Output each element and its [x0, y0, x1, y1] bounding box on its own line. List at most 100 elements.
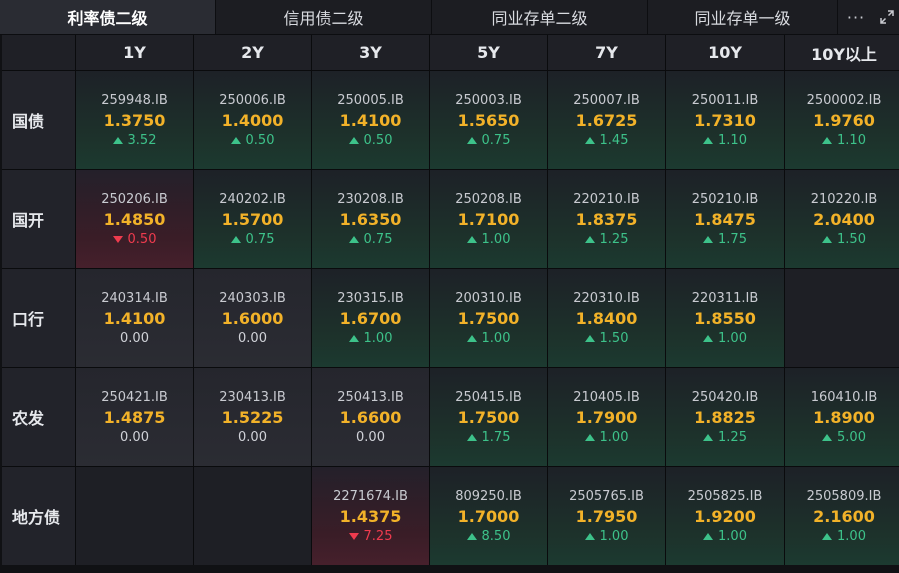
more-tabs-button[interactable]: ··· — [838, 0, 874, 34]
bond-cell[interactable]: 250415.IB 1.7500 1.75 — [430, 368, 547, 466]
bond-change: 0.00 — [120, 330, 149, 347]
bond-yield: 1.6725 — [575, 110, 638, 130]
change-value: 0.00 — [356, 429, 385, 445]
bond-cell[interactable]: 230315.IB 1.6700 1.00 — [312, 269, 429, 367]
bond-yield: 1.4875 — [103, 407, 166, 427]
arrow-down-icon — [112, 235, 123, 243]
bond-cell[interactable]: 200310.IB 1.7500 1.00 — [430, 269, 547, 367]
change-value: 0.00 — [120, 330, 149, 346]
column-header-2[interactable]: 2Y — [194, 35, 311, 70]
bond-cell[interactable]: 2271674.IB 1.4375 7.25 — [312, 467, 429, 565]
bond-change: 1.45 — [584, 132, 629, 149]
change-value: 1.10 — [837, 132, 866, 148]
arrow-up-icon — [584, 334, 595, 342]
change-value: 1.10 — [718, 132, 747, 148]
bond-cell[interactable]: 250206.IB 1.4850 0.50 — [76, 170, 193, 268]
arrow-up-icon — [584, 136, 595, 144]
bond-cell[interactable]: 220210.IB 1.8375 1.25 — [548, 170, 665, 268]
bond-yield: 1.8375 — [575, 209, 638, 229]
change-value: 8.50 — [481, 528, 511, 544]
bond-cell[interactable]: 250208.IB 1.7100 1.00 — [430, 170, 547, 268]
bond-cell[interactable]: 230208.IB 1.6350 0.75 — [312, 170, 429, 268]
bond-cell[interactable]: 250011.IB 1.7310 1.10 — [666, 71, 784, 169]
column-header-6[interactable]: 10Y — [666, 35, 784, 70]
bond-cell[interactable]: 809250.IB 1.7000 8.50 — [430, 467, 547, 565]
bond-yield: 1.5225 — [221, 407, 284, 427]
change-value: 3.52 — [127, 132, 157, 148]
change-value: 1.00 — [481, 330, 511, 346]
bond-yield: 1.5650 — [457, 110, 520, 130]
bond-code: 2505765.IB — [569, 488, 644, 504]
bond-cell[interactable]: 210405.IB 1.7900 1.00 — [548, 368, 665, 466]
column-header-7[interactable]: 10Y以上 — [785, 35, 899, 70]
bond-change: 1.00 — [703, 528, 747, 545]
tab-ncd-primary[interactable]: 同业存单一级 — [648, 0, 838, 34]
tab-ncd-secondary[interactable]: 同业存单二级 — [432, 0, 648, 34]
bond-cell[interactable]: 250420.IB 1.8825 1.25 — [666, 368, 784, 466]
bond-cell[interactable]: 160410.IB 1.8900 5.00 — [785, 368, 899, 466]
bond-cell[interactable]: 210220.IB 2.0400 1.50 — [785, 170, 899, 268]
bond-code: 250011.IB — [691, 92, 759, 108]
bond-cell[interactable]: 259948.IB 1.3750 3.52 — [76, 71, 193, 169]
change-value: 1.50 — [837, 231, 866, 247]
bond-code: 230208.IB — [337, 191, 404, 207]
bond-code: 250206.IB — [101, 191, 168, 207]
bond-yield: 1.8900 — [813, 407, 875, 427]
column-header-1[interactable]: 1Y — [76, 35, 193, 70]
bond-change: 5.00 — [822, 429, 866, 446]
bond-change: 1.50 — [822, 231, 866, 248]
bond-cell[interactable]: 250003.IB 1.5650 0.75 — [430, 71, 547, 169]
bond-cell[interactable]: 250413.IB 1.6600 0.00 — [312, 368, 429, 466]
bond-code: 220311.IB — [691, 290, 759, 306]
bond-yield: 1.7500 — [457, 407, 520, 427]
bond-cell[interactable]: 220310.IB 1.8400 1.50 — [548, 269, 665, 367]
change-value: 1.00 — [599, 429, 629, 445]
arrow-up-icon — [822, 235, 833, 243]
bond-cell[interactable]: 220311.IB 1.8550 1.00 — [666, 269, 784, 367]
bond-code: 240202.IB — [219, 191, 286, 207]
change-value: 1.75 — [481, 429, 511, 445]
change-value: 0.75 — [363, 231, 393, 247]
bond-change: 1.10 — [822, 132, 866, 149]
bond-yield: 1.4100 — [339, 110, 402, 130]
bond-cell[interactable]: 2505809.IB 2.1600 1.00 — [785, 467, 899, 565]
bond-cell[interactable]: 240202.IB 1.5700 0.75 — [194, 170, 311, 268]
bond-cell[interactable]: 250006.IB 1.4000 0.50 — [194, 71, 311, 169]
bond-change: 0.00 — [356, 429, 385, 446]
expand-button[interactable] — [874, 0, 899, 34]
bond-cell[interactable]: 250005.IB 1.4100 0.50 — [312, 71, 429, 169]
bond-code: 250006.IB — [219, 92, 286, 108]
bond-cell[interactable]: 250210.IB 1.8475 1.75 — [666, 170, 784, 268]
tab-credit-bond-secondary[interactable]: 信用债二级 — [216, 0, 432, 34]
bond-code: 250003.IB — [455, 92, 522, 108]
change-value: 1.25 — [718, 429, 747, 445]
bond-code: 200310.IB — [455, 290, 522, 306]
bond-code: 220210.IB — [573, 191, 640, 207]
column-header-4[interactable]: 5Y — [430, 35, 547, 70]
bond-cell[interactable]: 240303.IB 1.6000 0.00 — [194, 269, 311, 367]
bond-change: 8.50 — [466, 528, 511, 545]
bond-cell[interactable]: 240314.IB 1.4100 0.00 — [76, 269, 193, 367]
bond-cell[interactable]: 250421.IB 1.4875 0.00 — [76, 368, 193, 466]
column-header-5[interactable]: 7Y — [548, 35, 665, 70]
change-value: 1.75 — [718, 231, 747, 247]
tab-rate-bond-secondary[interactable]: 利率债二级 — [0, 0, 216, 34]
bond-change: 1.25 — [584, 231, 628, 248]
arrow-up-icon — [703, 235, 714, 243]
bond-yield: 1.5700 — [221, 209, 284, 229]
bond-code: 259948.IB — [101, 92, 168, 108]
bond-yield: 1.8550 — [694, 308, 756, 328]
bond-code: 2505809.IB — [806, 488, 882, 504]
bond-yield: 1.6350 — [339, 209, 402, 229]
bond-change: 0.00 — [238, 330, 267, 347]
bond-cell[interactable]: 250007.IB 1.6725 1.45 — [548, 71, 665, 169]
bond-yield: 1.9200 — [694, 506, 756, 526]
bond-cell[interactable]: 2505825.IB 1.9200 1.00 — [666, 467, 784, 565]
column-header-3[interactable]: 3Y — [312, 35, 429, 70]
change-value: 1.45 — [599, 132, 629, 148]
bond-cell[interactable]: 2505765.IB 1.7950 1.00 — [548, 467, 665, 565]
bond-cell[interactable]: 2500002.IB 1.9760 1.10 — [785, 71, 899, 169]
bond-cell[interactable]: 230413.IB 1.5225 0.00 — [194, 368, 311, 466]
bond-code: 250007.IB — [573, 92, 640, 108]
arrow-up-icon — [703, 334, 714, 342]
